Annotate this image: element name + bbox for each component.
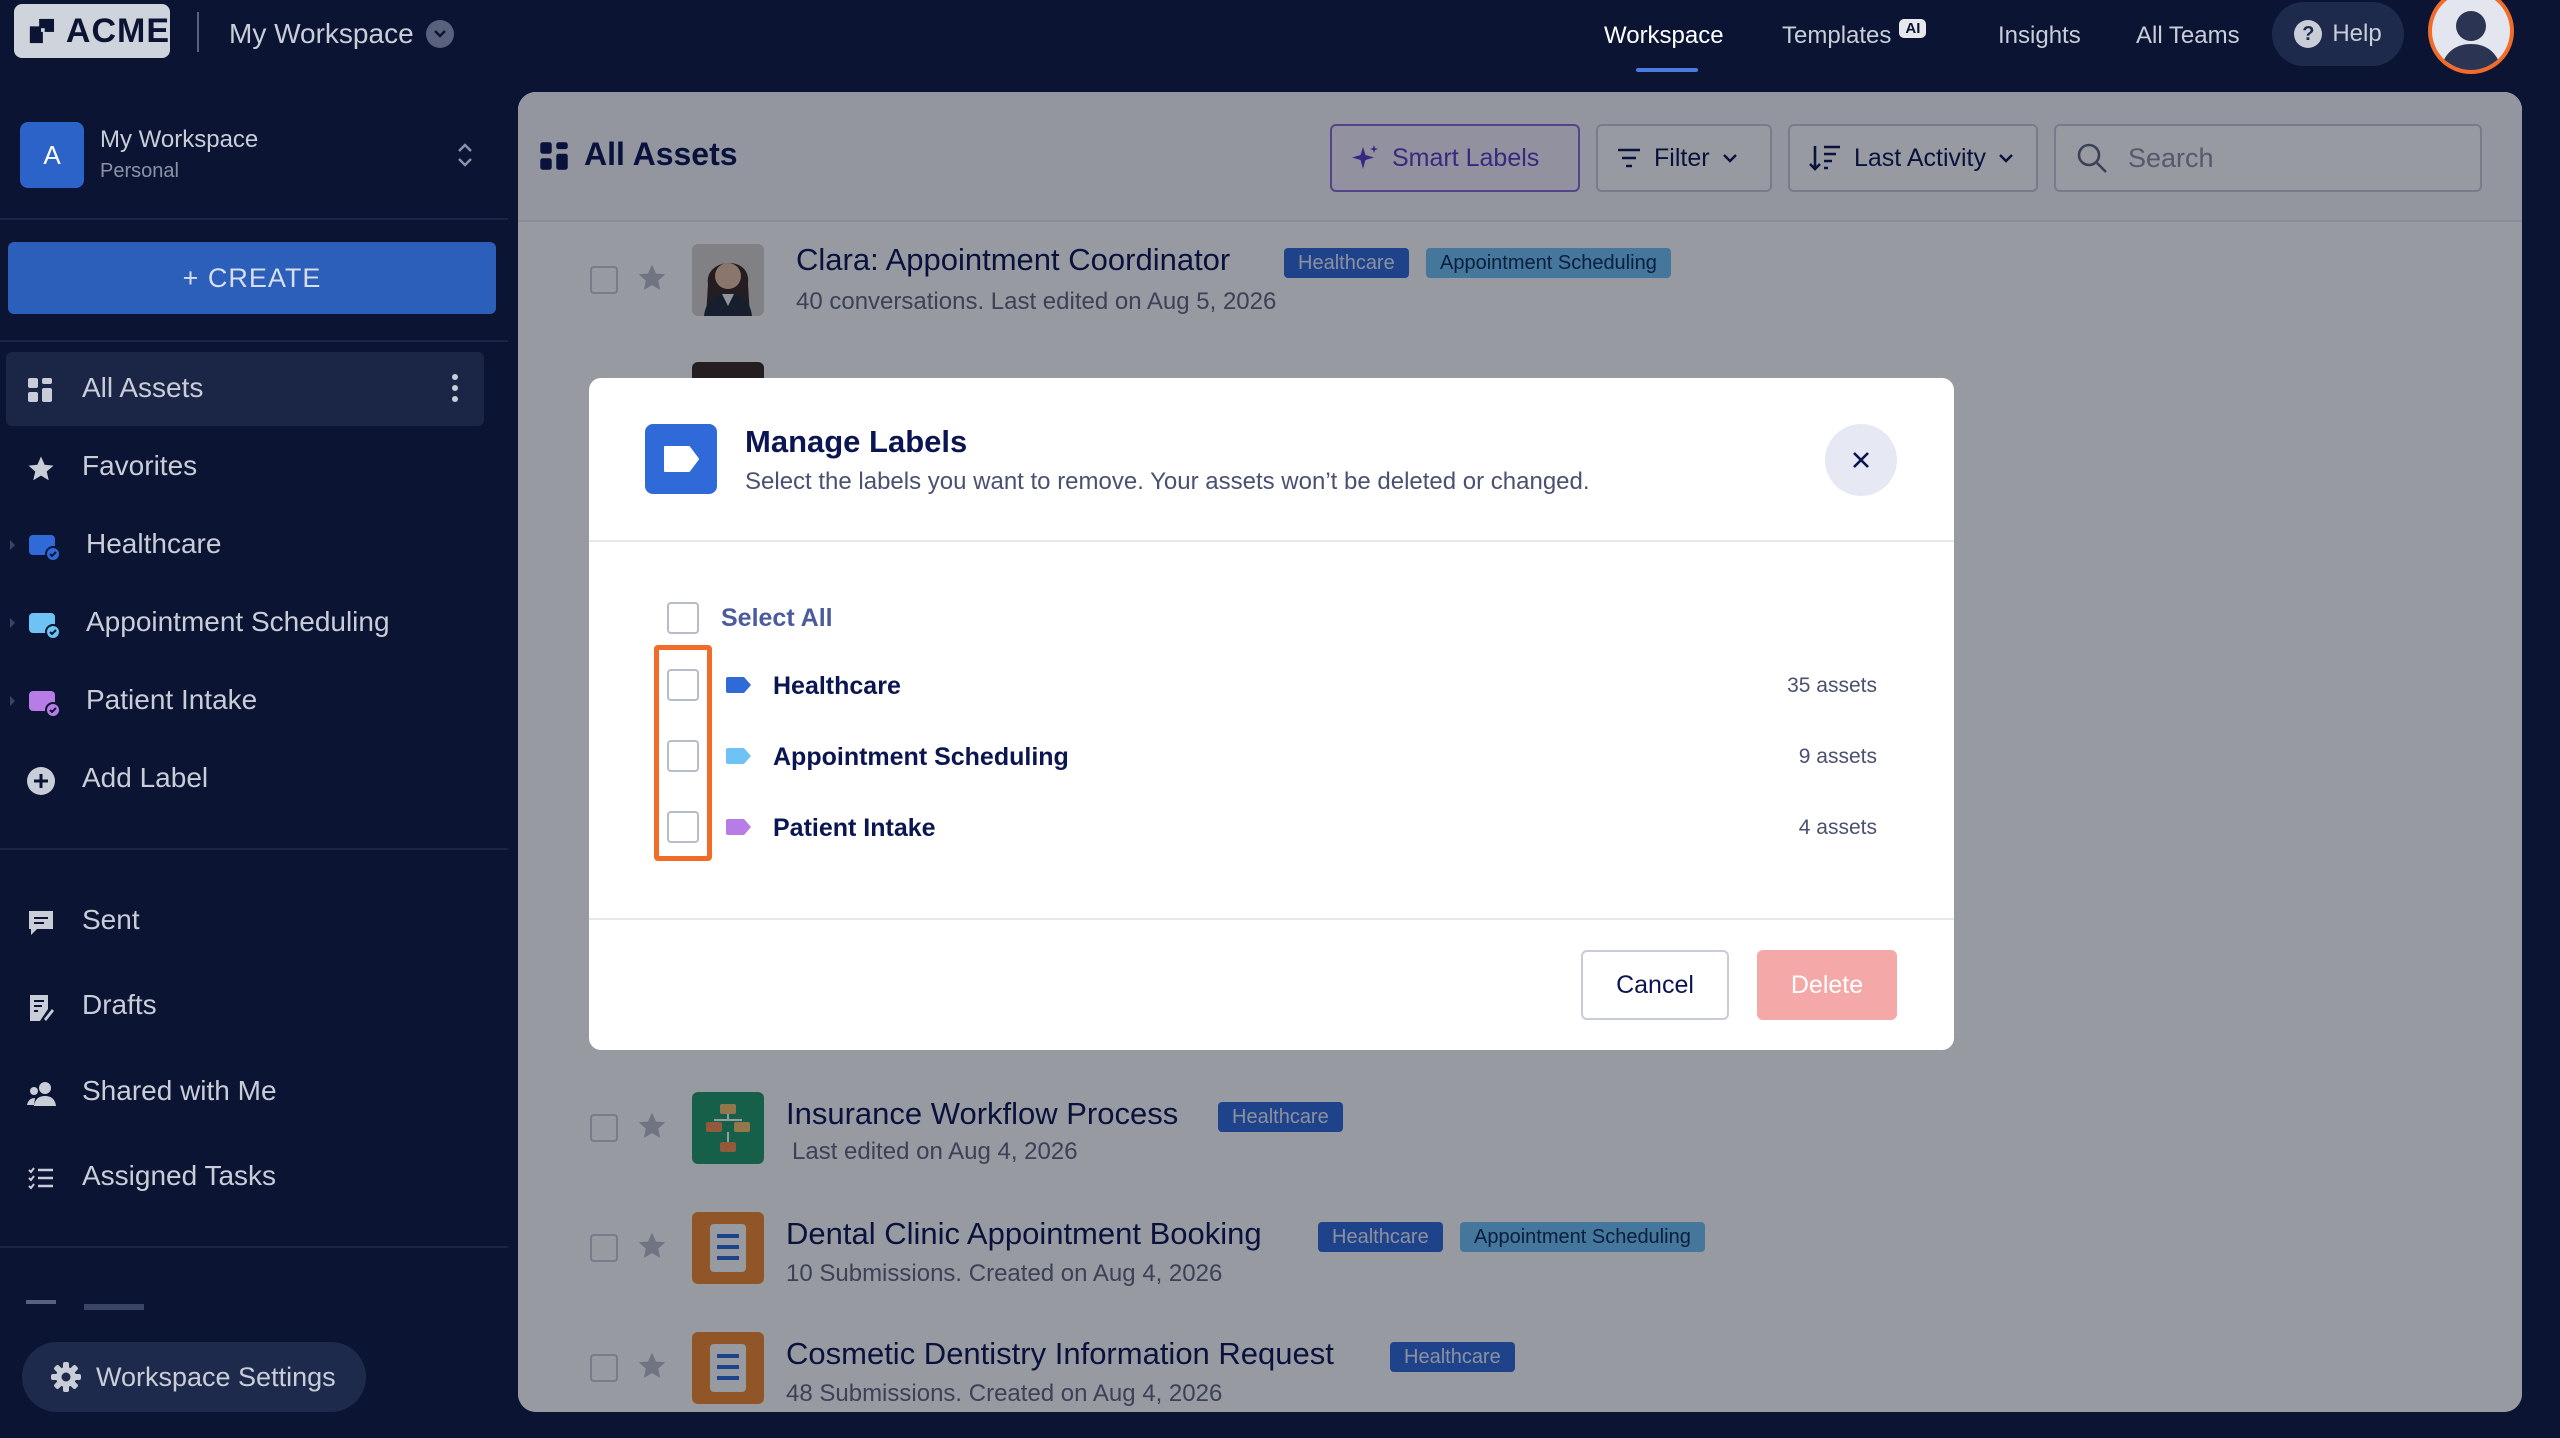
expand-caret-icon <box>10 696 15 706</box>
sidebar-divider <box>0 218 508 220</box>
draft-icon <box>30 995 54 1021</box>
sidebar-item-label: Appointment Scheduling <box>86 606 390 637</box>
label-asset-count: 9 assets <box>1798 745 1877 768</box>
ai-badge: AI <box>1899 18 1927 38</box>
label-row-patient-intake[interactable]: Patient Intake 4 assets <box>667 802 1877 852</box>
sidebar: A My Workspace Personal + CREATE All Ass… <box>0 92 508 1438</box>
logo-text: ACME <box>65 11 170 50</box>
gear-icon <box>51 1362 81 1392</box>
sidebar-item-shared-with-me[interactable]: Shared with Me <box>0 1055 500 1129</box>
sidebar-item-label: Favorites <box>82 450 198 481</box>
logo-mark-icon <box>29 18 55 44</box>
sidebar-item-label: Assigned Tasks <box>82 1160 277 1191</box>
nav-insights-label: Insights <box>1998 22 2081 49</box>
label-tag-icon <box>726 819 751 835</box>
expand-collapse-icon <box>458 143 472 167</box>
label-name: Patient Intake <box>773 814 936 842</box>
workspace-avatar: A <box>20 122 84 188</box>
label-folder-icon <box>29 613 61 640</box>
dialog-title: Manage Labels <box>745 424 968 459</box>
sidebar-item-assigned-tasks[interactable]: Assigned Tasks <box>0 1140 500 1214</box>
sidebar-item-label: Add Label <box>82 762 209 793</box>
expand-caret-icon <box>10 618 15 628</box>
label-icon <box>645 424 717 494</box>
delete-button[interactable]: Delete <box>1757 950 1897 1020</box>
sidebar-item-patient-intake[interactable]: Patient Intake <box>0 664 500 738</box>
label-asset-count: 4 assets <box>1798 816 1877 839</box>
sidebar-item-healthcare[interactable]: Healthcare <box>0 508 500 582</box>
sidebar-divider <box>0 340 508 342</box>
close-icon <box>1853 452 1869 468</box>
create-button[interactable]: + CREATE <box>8 242 496 314</box>
select-all-row[interactable]: Select All <box>667 600 833 636</box>
user-silhouette-icon <box>2440 11 2502 70</box>
label-name: Healthcare <box>773 672 901 700</box>
top-bar: ACME My Workspace Workspace Templates AI… <box>0 0 2560 92</box>
help-label: Help <box>2332 20 2382 47</box>
label-row-appointment-scheduling[interactable]: Appointment Scheduling 9 assets <box>667 731 1877 781</box>
label-folder-icon <box>29 691 61 718</box>
nav-templates-label: Templates <box>1782 22 1892 49</box>
nav-all-teams[interactable]: All Teams <box>2136 0 2240 72</box>
expand-caret-icon <box>10 540 15 550</box>
sidebar-item-label: Patient Intake <box>86 684 258 715</box>
manage-labels-dialog: Manage Labels Select the labels you want… <box>589 378 1954 1050</box>
help-button[interactable]: ? Help <box>2272 2 2404 66</box>
sidebar-item-sent[interactable]: Sent <box>0 884 500 958</box>
help-icon: ? <box>2294 20 2323 48</box>
dialog-header: Manage Labels Select the labels you want… <box>589 378 1954 542</box>
workspace-type: Personal <box>100 160 179 182</box>
sidebar-divider <box>0 848 508 850</box>
plus-circle-icon <box>27 767 55 795</box>
nav-active-indicator <box>1636 68 1698 72</box>
sidebar-item-label: All Assets <box>82 372 204 403</box>
sidebar-divider <box>0 1246 508 1248</box>
workspace-switcher-label: My Workspace <box>229 18 414 49</box>
sidebar-item-label: Shared with Me <box>82 1075 277 1106</box>
select-all-label[interactable]: Select All <box>721 604 833 633</box>
sidebar-item-appointment-scheduling[interactable]: Appointment Scheduling <box>0 586 500 660</box>
checkbox-highlight-box <box>654 645 712 861</box>
users-icon <box>27 1082 56 1106</box>
cancel-button[interactable]: Cancel <box>1581 950 1729 1020</box>
nav-all-teams-label: All Teams <box>2136 22 2240 49</box>
label-tag-icon <box>726 677 751 693</box>
sidebar-item-add-label[interactable]: Add Label <box>0 742 500 816</box>
label-row-healthcare[interactable]: Healthcare 35 assets <box>667 660 1877 710</box>
workspace-name: My Workspace <box>100 126 259 153</box>
dialog-description: Select the labels you want to remove. Yo… <box>745 468 1590 495</box>
grid-icon <box>28 378 52 402</box>
sidebar-item-favorites[interactable]: Favorites <box>0 430 500 504</box>
chevron-down-icon <box>425 20 454 48</box>
label-asset-count: 35 assets <box>1787 674 1877 697</box>
sidebar-item-drafts[interactable]: Drafts <box>0 969 500 1043</box>
topbar-divider <box>197 12 199 52</box>
select-all-checkbox[interactable] <box>667 602 699 634</box>
chat-icon <box>29 911 53 935</box>
workspace-settings-button[interactable]: Workspace Settings <box>22 1342 366 1412</box>
label-name: Appointment Scheduling <box>773 743 1069 771</box>
dialog-footer: Cancel Delete <box>589 918 1954 1050</box>
acme-logo[interactable]: ACME <box>14 4 170 58</box>
nav-templates[interactable]: Templates AI <box>1782 0 1927 72</box>
user-avatar[interactable] <box>2428 0 2514 74</box>
label-tag-icon <box>726 748 751 764</box>
sidebar-item-label: Drafts <box>82 989 157 1020</box>
close-button[interactable] <box>1825 424 1897 496</box>
tasks-icon <box>28 1167 53 1190</box>
workspace-switcher[interactable]: My Workspace <box>229 10 454 58</box>
sidebar-item-label: Sent <box>82 904 140 935</box>
sidebar-item-all-assets[interactable]: All Assets <box>6 352 484 426</box>
nav-insights[interactable]: Insights <box>1998 0 2081 72</box>
star-icon <box>28 456 54 481</box>
nav-workspace-label: Workspace <box>1604 22 1724 49</box>
label-folder-icon <box>29 535 61 562</box>
workspace-card[interactable]: A My Workspace Personal <box>20 120 480 190</box>
workspace-settings-label: Workspace Settings <box>96 1361 336 1392</box>
archive-peek-label <box>84 1304 144 1310</box>
archive-peek-icon <box>26 1300 56 1304</box>
sidebar-item-label: Healthcare <box>86 528 222 559</box>
nav-workspace[interactable]: Workspace <box>1604 0 1724 72</box>
more-options-icon[interactable] <box>452 374 458 407</box>
